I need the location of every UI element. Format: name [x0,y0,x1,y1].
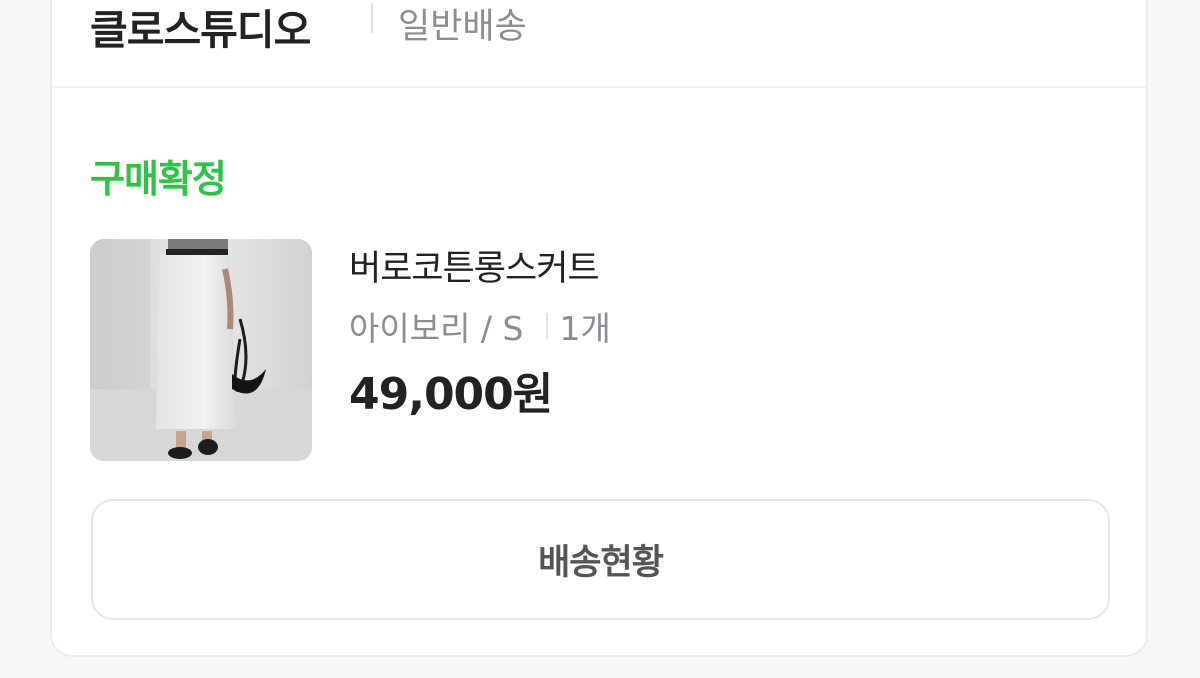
shipping-type: 일반배송 [398,7,527,47]
header-divider [371,3,373,33]
product-name[interactable]: 버로코튼롱스커트 [349,240,600,291]
product-thumbnail[interactable] [90,239,312,461]
track-delivery-button[interactable]: 배송현황 [91,499,1110,620]
seller-name[interactable]: 클로스튜디오 [90,0,311,56]
order-status-label: 구매확정 [90,157,227,201]
product-quantity: 1개 [559,309,611,348]
option-divider [545,313,548,339]
order-card-header: 클로스튜디오 일반배송 [52,2,1146,88]
product-option-row: 아이보리 / S 1개 [349,302,611,350]
order-card: 클로스튜디오 일반배송 구매확정 버로코튼롱스커트 아이보리 / S 1개 49… [50,0,1148,657]
product-option: 아이보리 / S [349,309,524,348]
product-photo-image [90,239,312,461]
product-price: 49,000원 [349,369,553,420]
